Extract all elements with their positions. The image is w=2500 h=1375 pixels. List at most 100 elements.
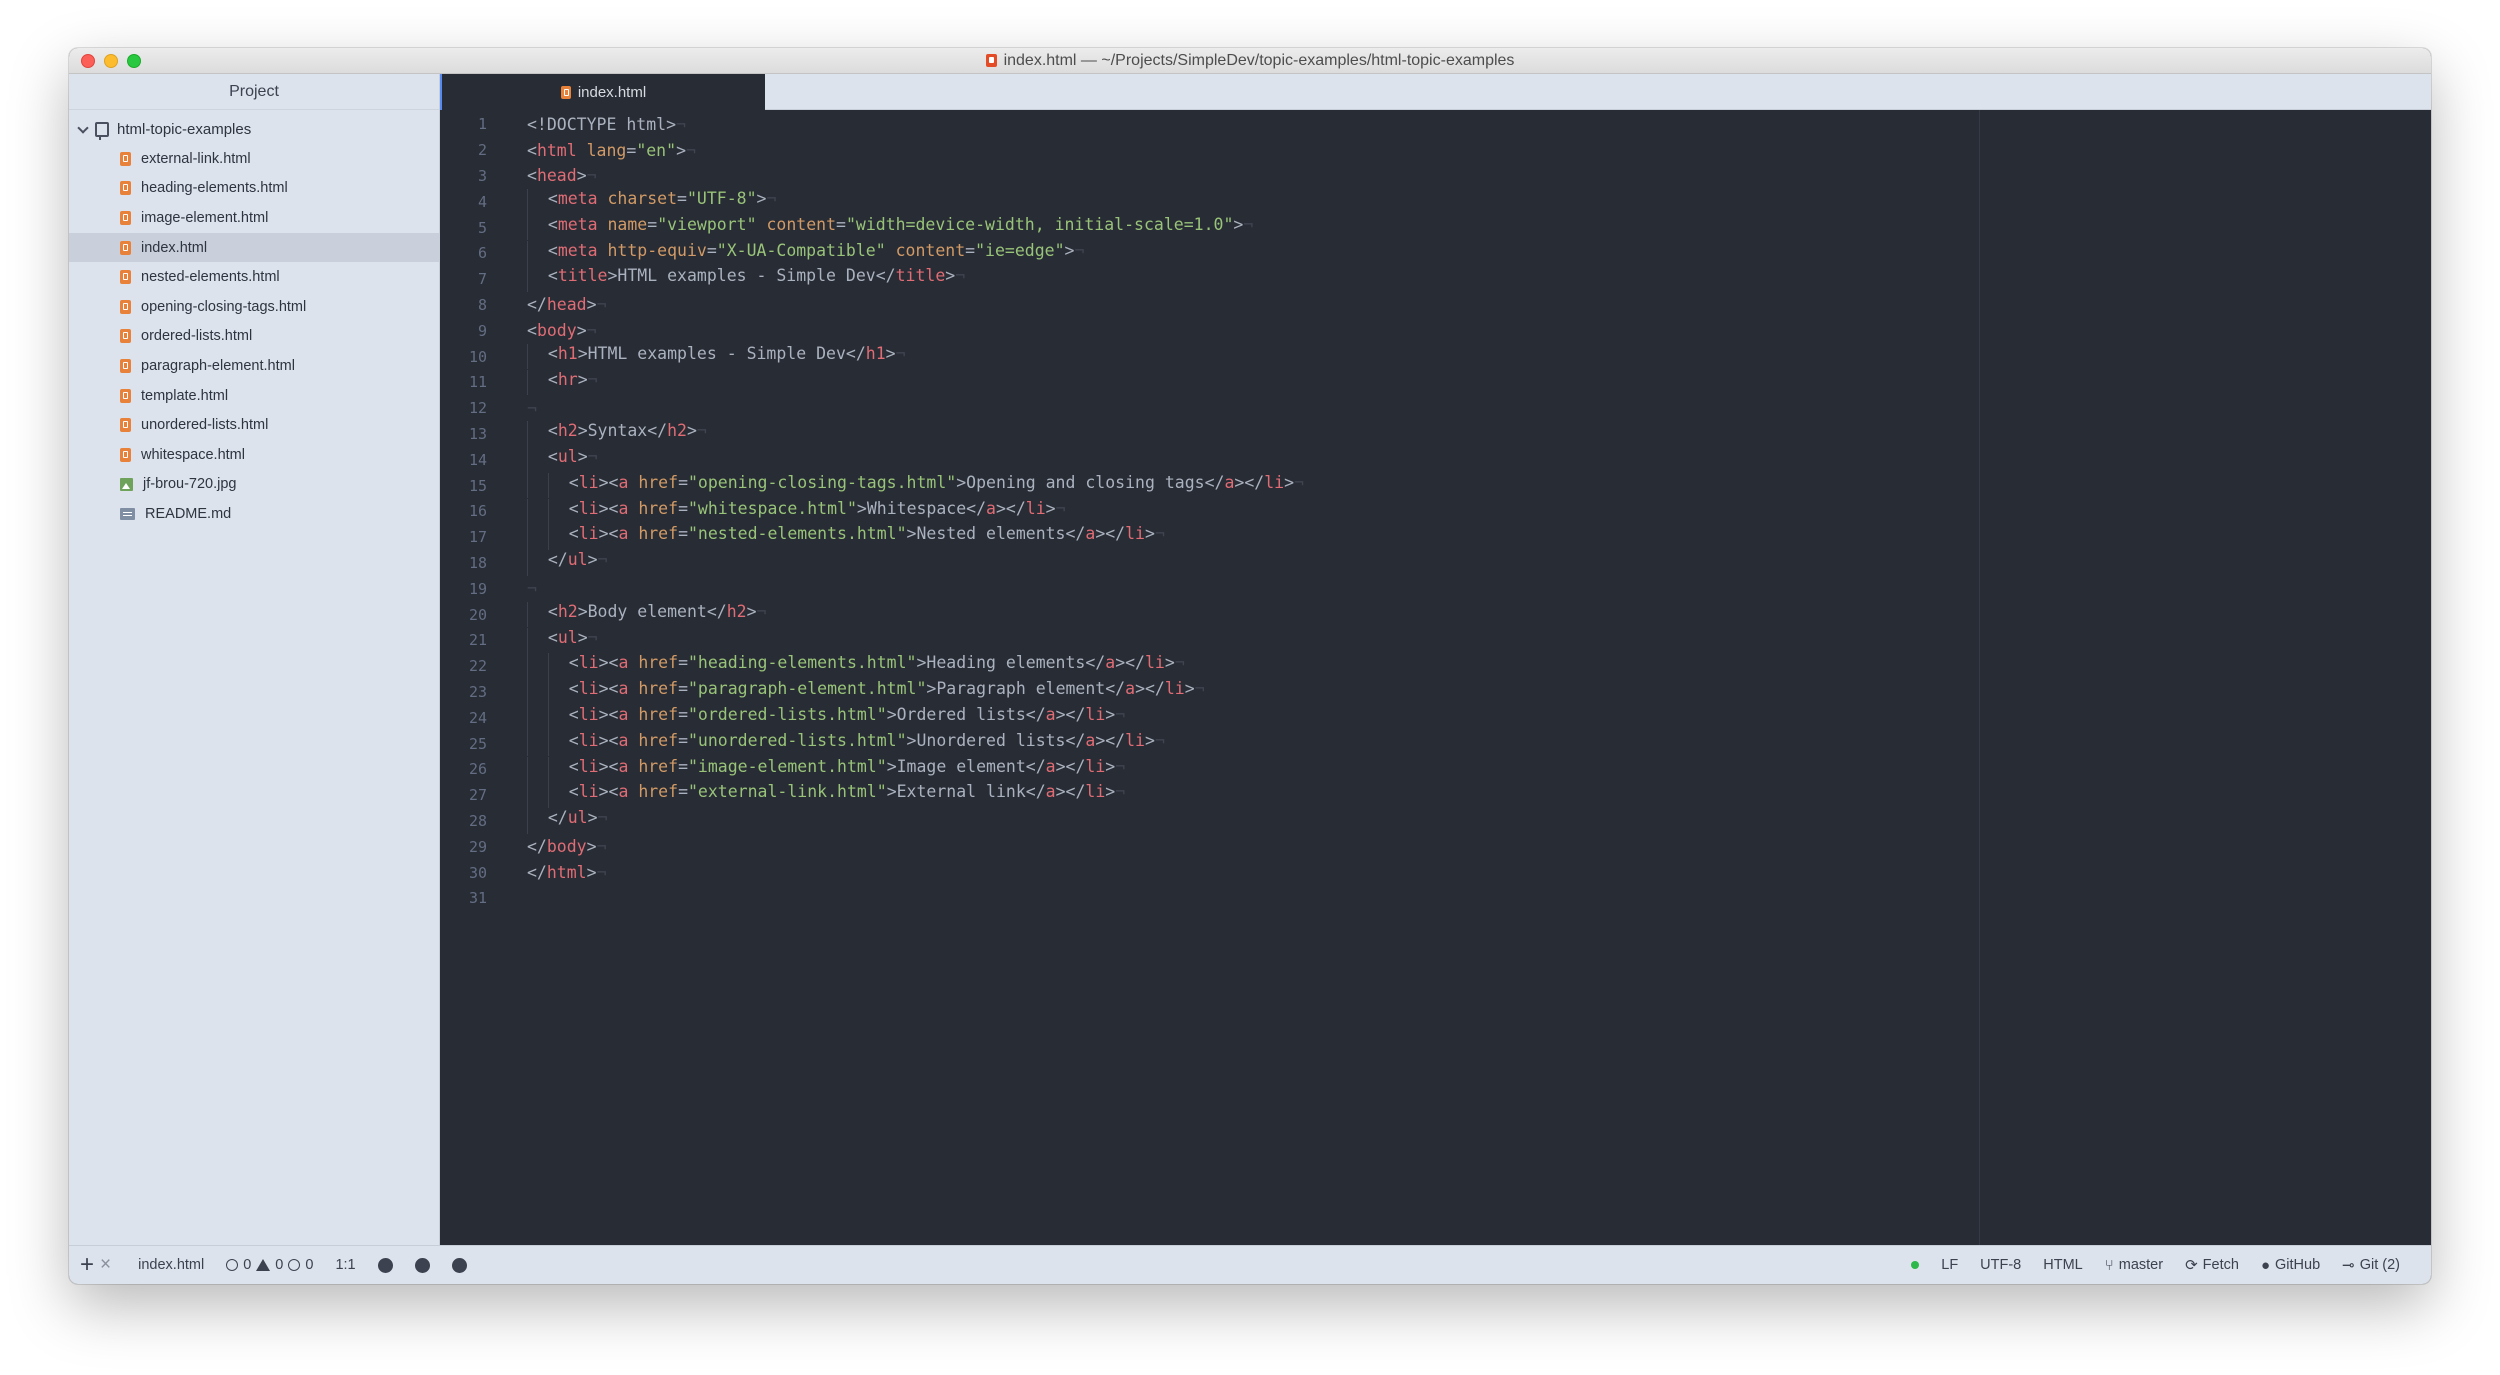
code-text: <meta http-equiv="X-UA-Compatible" conte… — [527, 240, 1084, 267]
close-window-icon[interactable] — [81, 54, 95, 68]
code-line[interactable]: 6 <meta http-equiv="X-UA-Compatible" con… — [440, 240, 2431, 267]
line-number: 22 — [468, 657, 487, 676]
file-item-label: image-element.html — [141, 209, 269, 226]
code-editor[interactable]: 1 <!DOCTYPE html>¬ 2 <html lang="en">¬ 3 <hea… — [440, 110, 2431, 1284]
git-branch[interactable]: ⑂ master — [2094, 1246, 2174, 1284]
line-number: 28 — [468, 811, 487, 830]
code-line[interactable]: 22 <li><a href="heading-elements.html">H… — [440, 653, 2431, 680]
code-line[interactable]: 29 </body>¬ — [440, 834, 2431, 860]
line-number: 10 — [468, 347, 487, 366]
add-icon[interactable]: + — [69, 1251, 100, 1279]
file-encoding[interactable]: UTF-8 — [1969, 1246, 2032, 1284]
refresh-icon[interactable] — [404, 1246, 441, 1284]
code-line[interactable]: 17 <li><a href="nested-elements.html">Ne… — [440, 524, 2431, 551]
code-line[interactable]: 23 <li><a href="paragraph-element.html">… — [440, 679, 2431, 705]
code-line[interactable]: 3 <head>¬ — [440, 163, 2431, 189]
git-button[interactable]: ⊸ Git (2) — [2331, 1246, 2411, 1284]
file-item[interactable]: heading-elements.html — [69, 174, 439, 204]
code-line[interactable]: 4 <meta charset="UTF-8">¬ — [440, 188, 2431, 215]
file-item-label: nested-elements.html — [141, 269, 280, 286]
file-item[interactable]: index.html — [69, 232, 439, 263]
code-line[interactable]: 19 ¬ — [440, 576, 2431, 602]
code-line[interactable]: 9 <body>¬ — [440, 318, 2431, 344]
code-text: ¬ — [527, 579, 537, 599]
code-line[interactable]: 25 <li><a href="unordered-lists.html">Un… — [440, 730, 2431, 757]
code-text: <body>¬ — [527, 321, 597, 341]
file-item[interactable]: nested-elements.html — [69, 262, 439, 292]
project-root-label: html-topic-examples — [117, 121, 252, 138]
line-number: 11 — [468, 373, 487, 392]
markdown-file-icon — [120, 507, 135, 520]
file-item-label: README.md — [145, 505, 232, 522]
maximize-window-icon[interactable] — [127, 54, 141, 68]
code-line[interactable]: 16 <li><a href="whitespace.html">Whitesp… — [440, 498, 2431, 525]
editor-window: index.html — ~/Projects/SimpleDev/topic-… — [69, 48, 2431, 1284]
html-file-icon — [120, 329, 131, 344]
file-item[interactable]: ordered-lists.html — [69, 322, 439, 352]
fetch-label: Fetch — [2202, 1257, 2239, 1273]
code-line[interactable]: 31 — [440, 886, 2431, 912]
code-text: <hr>¬ — [527, 369, 598, 396]
info-icon — [288, 1259, 301, 1271]
status-file-name[interactable]: index.html — [127, 1246, 215, 1284]
file-item[interactable]: whitespace.html — [69, 440, 439, 470]
code-line[interactable]: 12 ¬ — [440, 395, 2431, 421]
project-root-folder[interactable]: html-topic-examples — [69, 115, 439, 144]
code-line[interactable]: 7 <title>HTML examples - Simple Dev</tit… — [440, 266, 2431, 293]
file-item[interactable]: unordered-lists.html — [69, 410, 439, 440]
code-line[interactable]: 15 <li><a href="opening-closing-tags.htm… — [440, 472, 2431, 499]
code-line[interactable]: 18 </ul>¬ — [440, 550, 2431, 576]
window-title: index.html — ~/Projects/SimpleDev/topic-… — [1003, 51, 1515, 69]
code-line[interactable]: 8 </head>¬ — [440, 292, 2431, 318]
html-file-icon — [120, 240, 131, 255]
code-line[interactable]: 13 <h2>Syntax</h2>¬ — [440, 421, 2431, 447]
line-number: 18 — [468, 553, 487, 572]
code-line[interactable]: 11 <hr>¬ — [440, 369, 2431, 396]
github-button[interactable]: ● GitHub — [2250, 1246, 2331, 1284]
line-number: 6 — [477, 244, 487, 263]
code-line[interactable]: 10 <h1>HTML examples - Simple Dev</h1>¬ — [440, 343, 2431, 370]
line-number: 17 — [468, 528, 487, 547]
code-line[interactable]: 27 <li><a href="external-link.html">Exte… — [440, 782, 2431, 809]
file-item-label: ordered-lists.html — [141, 328, 253, 345]
code-text: <!DOCTYPE html>¬ — [527, 114, 686, 134]
fetch-button[interactable]: ⟳ Fetch — [2174, 1246, 2250, 1284]
tab-index-html[interactable]: index.html — [440, 74, 765, 111]
file-item[interactable]: external-link.html — [69, 144, 439, 174]
cursor-position[interactable]: 1:1 — [324, 1246, 366, 1284]
code-text: <li><a href="external-link.html">Externa… — [527, 782, 1125, 809]
project-sidebar: Project html-topic-examples external-lin… — [69, 74, 440, 1245]
grammar-selector[interactable]: HTML — [2032, 1246, 2093, 1284]
file-item[interactable]: image-element.html — [69, 203, 439, 233]
file-list: external-link.html heading-elements.html i… — [69, 144, 439, 529]
code-line[interactable]: 26 <li><a href="image-element.html">Imag… — [440, 756, 2431, 783]
line-number: 13 — [468, 424, 487, 443]
code-line[interactable]: 28 </ul>¬ — [440, 808, 2431, 834]
code-line[interactable]: 14 <ul>¬ — [440, 446, 2431, 473]
minimize-window-icon[interactable] — [104, 54, 118, 68]
file-item[interactable]: paragraph-element.html — [69, 351, 439, 381]
file-item[interactable]: jf-brou-720.jpg — [69, 470, 439, 500]
line-ending[interactable]: LF — [1930, 1246, 1969, 1284]
teletype-icon[interactable] — [367, 1246, 404, 1284]
repository-icon — [95, 122, 109, 140]
file-item[interactable]: opening-closing-tags.html — [69, 292, 439, 322]
code-line[interactable]: 24 <li><a href="ordered-lists.html">Orde… — [440, 704, 2431, 731]
window-controls — [81, 54, 141, 68]
line-number: 15 — [468, 476, 487, 495]
code-text: <ul>¬ — [527, 627, 598, 654]
code-text: </ul>¬ — [527, 550, 608, 576]
file-item[interactable]: template.html — [69, 381, 439, 411]
file-item[interactable]: README.md — [69, 499, 439, 529]
diagnostics-summary[interactable]: 0 0 0 — [215, 1246, 324, 1284]
code-line[interactable]: 5 <meta name="viewport" content="width=d… — [440, 214, 2431, 241]
code-line[interactable]: 1 <!DOCTYPE html>¬ — [440, 112, 2431, 138]
file-item-label: index.html — [141, 239, 208, 256]
code-line[interactable]: 20 <h2>Body element</h2>¬ — [440, 601, 2431, 628]
code-line[interactable]: 2 <html lang="en">¬ — [440, 137, 2431, 163]
code-line[interactable]: 30 </html>¬ — [440, 860, 2431, 886]
compass-icon[interactable] — [441, 1246, 478, 1284]
chevron-down-icon[interactable] — [77, 121, 89, 134]
close-icon[interactable]: × — [100, 1254, 127, 1276]
code-line[interactable]: 21 <ul>¬ — [440, 627, 2431, 654]
